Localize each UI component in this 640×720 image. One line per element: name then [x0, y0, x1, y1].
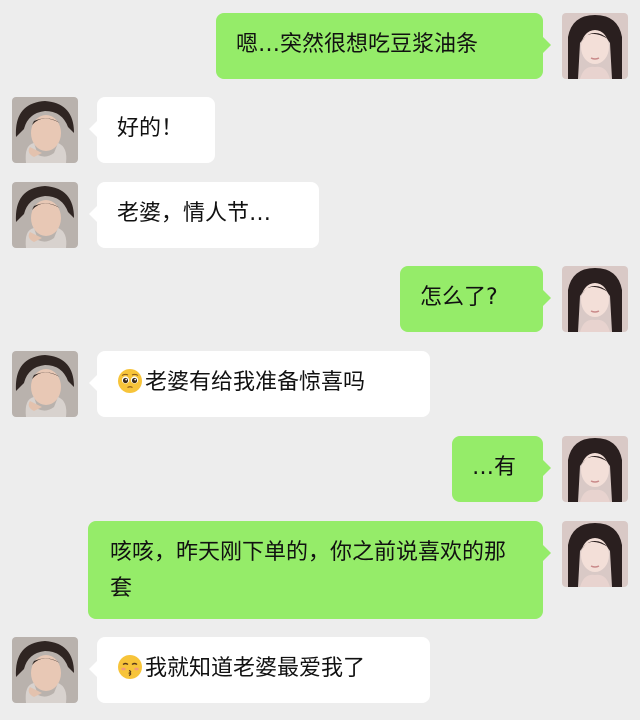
message-text: 好的！	[117, 116, 184, 141]
avatar-husband[interactable]	[12, 351, 78, 417]
message-bubble-received[interactable]: 好的！	[89, 97, 215, 163]
message-bubble-sent[interactable]: 咳咳，昨天刚下单的，你之前说喜欢的那套	[88, 521, 551, 619]
avatar-husband[interactable]	[12, 97, 78, 163]
message-text: 咳咳，昨天刚下单的，你之前说喜欢的那套	[110, 540, 507, 601]
message-bubble-received[interactable]: 老婆，情人节…	[89, 182, 319, 248]
avatar-wife[interactable]	[562, 13, 628, 79]
message-bubble-received[interactable]: 我就知道老婆最爱我了	[89, 637, 430, 703]
avatar-wife[interactable]	[562, 436, 628, 502]
message-text: 老婆，情人节…	[117, 201, 272, 226]
kissing-face-icon	[117, 654, 143, 680]
avatar-husband[interactable]	[12, 637, 78, 703]
message-text: …有	[472, 455, 517, 480]
message-bubble-received[interactable]: 老婆有给我准备惊喜吗	[89, 351, 430, 417]
message-bubble-sent[interactable]: 嗯…突然很想吃豆浆油条	[216, 13, 551, 79]
message-text: 怎么了?	[420, 285, 498, 310]
message-text: 我就知道老婆最爱我了	[145, 656, 366, 681]
pleading-face-icon	[117, 368, 143, 394]
message-text: 老婆有给我准备惊喜吗	[145, 370, 366, 395]
avatar-wife[interactable]	[562, 521, 628, 587]
avatar-wife[interactable]	[562, 266, 628, 332]
message-bubble-sent[interactable]: 怎么了?	[400, 266, 551, 332]
avatar-husband[interactable]	[12, 182, 78, 248]
message-text: 嗯…突然很想吃豆浆油条	[236, 32, 479, 57]
chat-messages[interactable]: 嗯…突然很想吃豆浆油条 好的！ 老婆，情人节… 怎么了? 老婆有给我准备惊喜吗 …	[0, 0, 640, 720]
message-bubble-sent[interactable]: …有	[452, 436, 551, 502]
